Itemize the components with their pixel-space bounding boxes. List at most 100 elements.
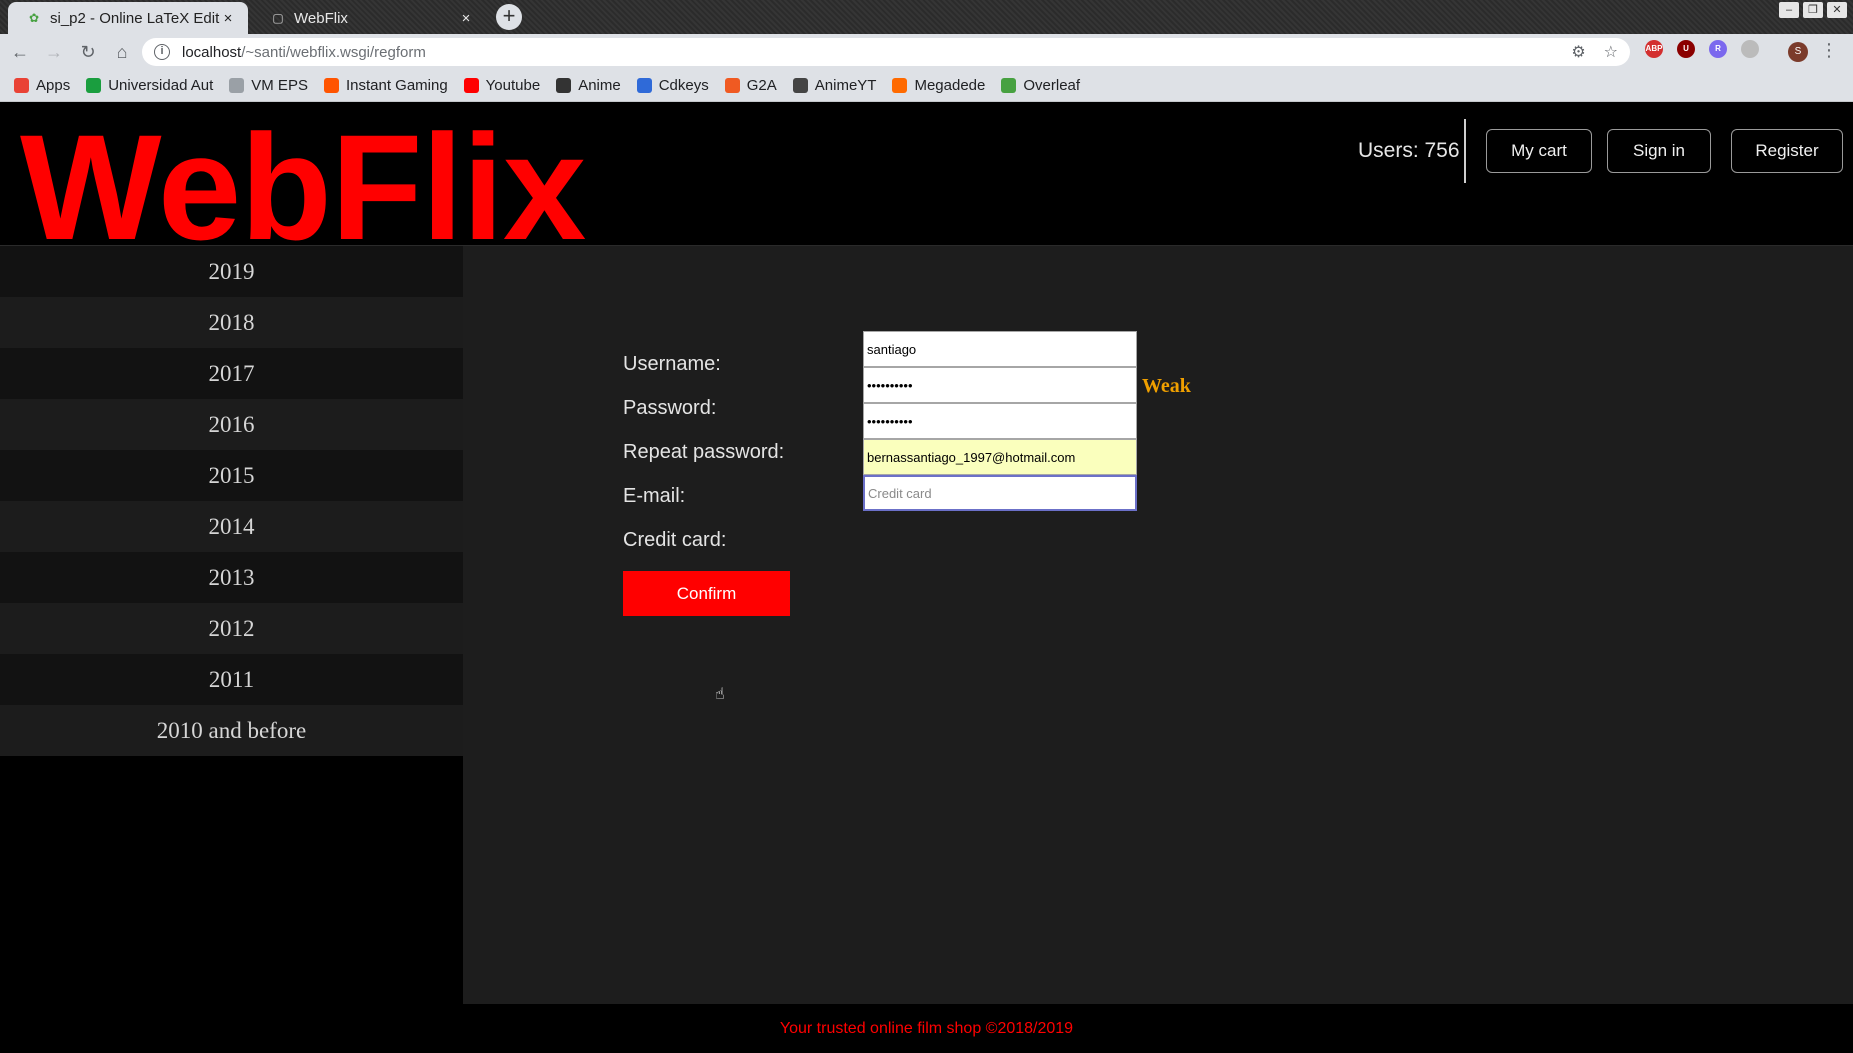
username-label: Username: [623,352,721,375]
bookmark-anime[interactable]: Anime [556,77,621,94]
overleaf-icon [1001,78,1017,93]
tab-title: WebFlix [294,9,348,27]
hand-cursor-icon: ☝ [715,686,725,703]
bookmark-label: AnimeYT [814,77,877,94]
webflix-page: WebFlix Users: 756 My cart Sign in Regis… [0,103,1853,1053]
email-field[interactable] [863,439,1137,475]
minimize-icon[interactable]: – [1779,2,1799,18]
browser-tabstrip: ✿ si_p2 - Online LaTeX Edito × ▢ WebFlix… [0,0,1853,34]
site-header: WebFlix Users: 756 My cart Sign in Regis… [0,103,1853,271]
bookmark-g2a[interactable]: G2A [724,77,777,94]
tab-title: si_p2 - Online LaTeX Edito [50,9,220,27]
close-tab-icon[interactable]: × [220,10,236,27]
overleaf-icon: ✿ [28,11,40,25]
new-tab-button[interactable]: + [496,4,522,30]
instant-gaming-icon [323,78,339,93]
email-label: E-mail: [623,484,686,507]
form-inputs [863,331,1137,511]
bookmark-label: Megadede [914,77,986,94]
password-label: Password: [623,396,717,419]
restore-icon[interactable]: ❐ [1803,2,1823,18]
user-count: Users: 756 [1358,139,1460,162]
bookmark-vm-eps[interactable]: VM EPS [229,77,308,94]
sidebar-item-2017[interactable]: 2017 [0,348,463,399]
bookmark-animeyt[interactable]: AnimeYT [792,77,877,94]
registration-content: Username: Password: Repeat password: E-m… [463,246,1853,1004]
browser-toolbar: ← → ↻ ⌂ i localhost /~santi/webflix.wsgi… [0,34,1853,70]
sidebar-item-2018[interactable]: 2018 [0,297,463,348]
info-icon[interactable]: i [154,44,170,60]
bookmark-youtube[interactable]: Youtube [463,77,541,94]
register-button[interactable]: Register [1731,129,1843,173]
header-divider [1464,119,1466,183]
cdkeys-icon [636,78,652,93]
username-field[interactable] [863,331,1137,367]
repeat-password-field[interactable] [863,403,1137,439]
sidebar-item-2013[interactable]: 2013 [0,552,463,603]
bookmark-megadede[interactable]: Megadede [892,77,985,94]
animeyt-icon [792,78,808,93]
bookmark-label: Overleaf [1023,77,1081,94]
close-tab-icon[interactable]: × [458,10,474,27]
back-icon[interactable]: ← [6,38,34,66]
megadede-icon [892,78,908,93]
site-footer: Your trusted online film shop ©2018/2019 [0,1004,1853,1053]
sign-in-button[interactable]: Sign in [1607,129,1711,173]
profile-avatar[interactable]: S [1788,42,1808,62]
bookmark-cdkeys[interactable]: Cdkeys [636,77,709,94]
g2a-icon [724,78,740,93]
sidebar-item-2015[interactable]: 2015 [0,450,463,501]
bookmark-label: Universidad Aut [108,77,214,94]
sidebar-item-2011[interactable]: 2011 [0,654,463,705]
sidebar-item-2010-and-before[interactable]: 2010 and before [0,705,463,756]
confirm-button[interactable]: Confirm [623,571,790,616]
bookmark-apps[interactable]: Apps [14,77,70,94]
credit-card-label: Credit card: [623,528,727,551]
bookmark-label: Instant Gaming [345,77,448,94]
page-icon [229,78,245,93]
key-icon[interactable]: ⚙ [1571,42,1585,62]
ublock-icon[interactable]: U [1677,40,1695,58]
sidebar-item-2016[interactable]: 2016 [0,399,463,450]
my-cart-button[interactable]: My cart [1486,129,1592,173]
close-window-icon[interactable]: ✕ [1827,2,1847,18]
year-sidebar: 2019 2018 2017 2016 2015 2014 2013 2012 … [0,246,463,1004]
sidebar-item-2019[interactable]: 2019 [0,246,463,297]
youtube-icon [463,78,479,93]
bookmark-label: Apps [36,77,71,94]
sidebar-item-2012[interactable]: 2012 [0,603,463,654]
bookmark-label: Anime [578,77,621,94]
home-icon[interactable]: ⌂ [108,38,136,66]
address-bar[interactable]: i localhost /~santi/webflix.wsgi/regform… [142,38,1630,66]
password-field[interactable] [863,367,1137,403]
forward-icon[interactable]: → [40,38,68,66]
sidebar-item-2014[interactable]: 2014 [0,501,463,552]
university-icon [86,78,102,93]
reload-icon[interactable]: ↻ [74,38,102,66]
bookmark-instant-gaming[interactable]: Instant Gaming [323,77,448,94]
tab-overleaf[interactable]: ✿ si_p2 - Online LaTeX Edito × [8,2,248,34]
bookmark-universidad-aut[interactable]: Universidad Aut [86,77,213,94]
repeat-password-label: Repeat password: [623,440,785,463]
extension-grey-icon[interactable] [1741,40,1759,58]
extension-r-icon[interactable]: R [1709,40,1727,58]
tab-webflix[interactable]: ▢ WebFlix × [252,2,486,34]
url-path: /~santi/webflix.wsgi/regform [241,43,426,61]
bookmark-overleaf[interactable]: Overleaf [1001,77,1080,94]
bookmark-label: G2A [746,77,777,94]
form-labels: Username: Password: Repeat password: E-m… [623,342,784,562]
window-controls: – ❐ ✕ [1779,2,1847,18]
password-strength-indicator: Weak [1142,375,1191,397]
extensions: ABP U R [1645,40,1759,58]
bookmark-label: VM EPS [251,77,308,94]
page-icon: ▢ [272,11,284,25]
adblock-icon[interactable]: ABP [1645,40,1663,58]
bookmark-label: Cdkeys [658,77,709,94]
apps-icon [14,78,29,93]
bookmark-star-icon[interactable]: ☆ [1604,42,1618,62]
bookmark-label: Youtube [485,77,541,94]
url-host: localhost [182,43,242,61]
anime-icon [556,78,572,93]
menu-icon[interactable]: ⋮ [1820,40,1838,61]
credit-card-field[interactable] [863,475,1137,511]
